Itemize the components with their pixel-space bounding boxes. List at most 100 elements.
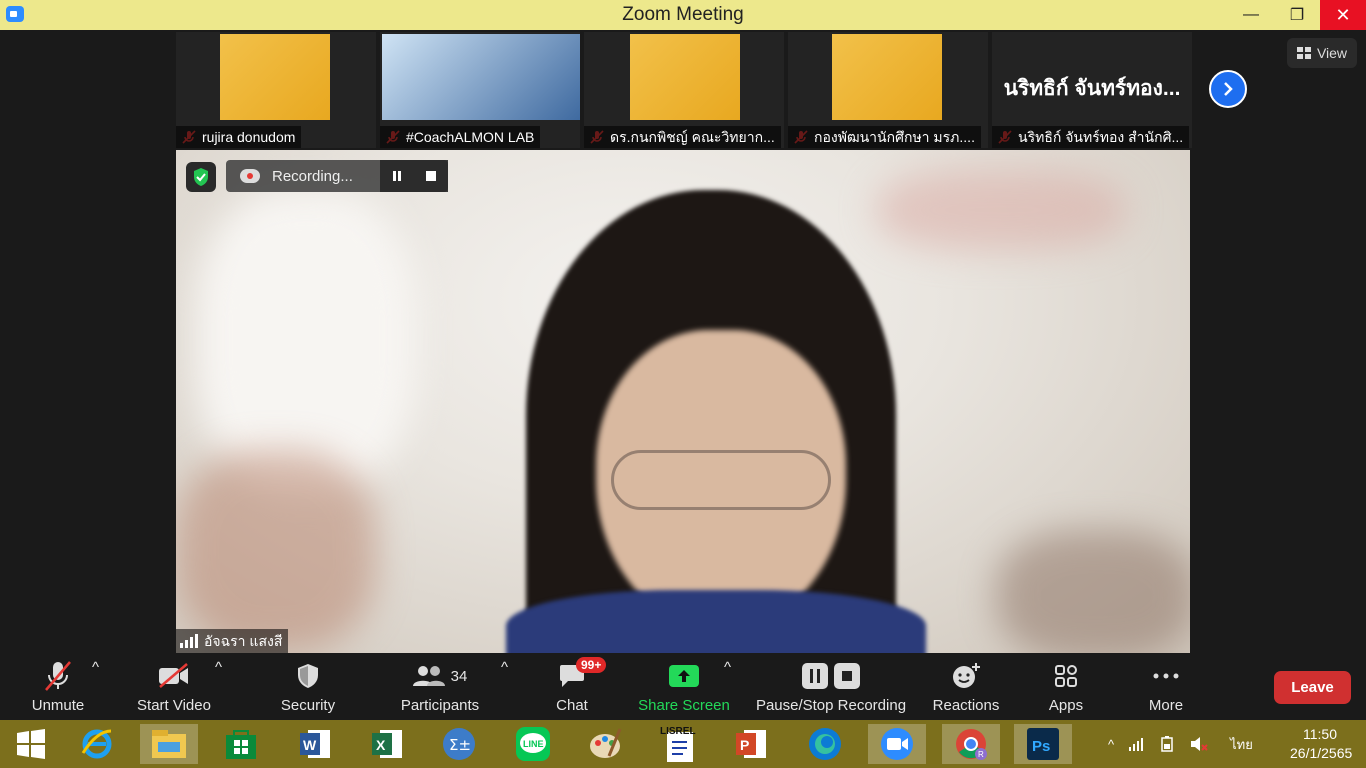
recording-indicator: Recording...	[226, 160, 448, 192]
taskbar-clock[interactable]: 11:50 26/1/2565	[1290, 725, 1352, 763]
recording-status: Recording...	[272, 167, 353, 185]
participant-tile[interactable]: นริทธิก์ จันทร์ทอง... นริทธิก์ จันทร์ทอง…	[992, 32, 1192, 148]
audio-options-caret-icon[interactable]: ^	[92, 659, 99, 719]
grid-icon	[1296, 47, 1311, 59]
clock-time: 11:50	[1303, 726, 1337, 742]
title-bar: Zoom Meeting — ❐ ✕	[0, 0, 1366, 30]
minimize-button[interactable]: —	[1228, 0, 1274, 30]
start-video-button[interactable]: Start Video	[134, 659, 214, 719]
participant-tile[interactable]: rujira donudom	[176, 32, 376, 148]
taskbar-store[interactable]	[212, 724, 270, 764]
unmute-button[interactable]: Unmute	[28, 659, 88, 719]
participant-video	[630, 34, 740, 120]
stop-icon	[426, 171, 436, 181]
participant-tile[interactable]: กองพัฒนานักศึกษา มรภ....	[788, 32, 988, 148]
view-button[interactable]: View	[1287, 38, 1357, 68]
taskbar-edge[interactable]	[796, 724, 854, 764]
taskbar-powerpoint[interactable]: P	[722, 724, 780, 764]
video-options-caret-icon[interactable]: ^	[215, 659, 222, 719]
share-screen-icon	[669, 665, 699, 687]
participant-tile[interactable]: #CoachALMON LAB	[380, 32, 580, 148]
svg-text:X: X	[376, 737, 386, 753]
taskbar-line[interactable]: LINE	[504, 724, 562, 764]
participant-name: rujira donudom	[176, 126, 302, 148]
video-background	[196, 190, 416, 490]
unmute-label: Unmute	[31, 697, 85, 714]
photoshop-icon: Ps	[1027, 728, 1059, 760]
video-background	[176, 450, 376, 650]
participant-name: #CoachALMON LAB	[380, 126, 541, 148]
taskbar-paint[interactable]	[576, 724, 634, 764]
lisrel-icon: LISREL	[660, 726, 696, 762]
muted-mic-icon	[45, 661, 71, 691]
cloud-recording-icon	[240, 169, 260, 183]
taskbar-chrome[interactable]: R	[942, 724, 1000, 764]
video-off-icon	[159, 663, 188, 688]
share-options-caret-icon[interactable]: ^	[724, 659, 731, 719]
volume-muted-icon[interactable]	[1190, 736, 1208, 752]
word-icon: W	[300, 730, 330, 758]
chat-label: Chat	[556, 697, 588, 714]
taskbar-zoom[interactable]	[868, 724, 926, 764]
participants-options-caret-icon[interactable]: ^	[501, 659, 508, 719]
zoom-icon	[881, 728, 913, 760]
zoom-app-icon	[6, 6, 24, 22]
more-label: More	[1148, 697, 1184, 714]
maximize-button[interactable]: ❐	[1274, 0, 1320, 30]
apps-label: Apps	[1048, 697, 1084, 714]
excel-icon: X	[372, 730, 402, 758]
participant-name: นริทธิก์ จันทร์ทอง สำนักศิ...	[992, 126, 1190, 148]
reactions-button[interactable]: Reactions	[930, 659, 1002, 719]
participant-video	[832, 34, 942, 120]
edge-icon	[809, 728, 841, 760]
apps-button[interactable]: Apps	[1044, 659, 1088, 719]
signal-strength-icon	[180, 634, 198, 648]
meeting-window: rujira donudom #CoachALMON LAB ดร.กนกพิช…	[0, 30, 1366, 720]
svg-text:Σ±: Σ±	[449, 736, 471, 754]
video-background	[876, 170, 1126, 250]
pause-recording-button[interactable]	[380, 160, 414, 192]
more-button[interactable]: More	[1144, 659, 1188, 719]
show-hidden-icons-icon[interactable]: ^	[1108, 737, 1114, 752]
battery-icon[interactable]	[1158, 736, 1176, 752]
taskbar-excel[interactable]: X	[358, 724, 416, 764]
taskbar-file-explorer[interactable]	[140, 724, 198, 764]
security-button[interactable]: Security	[278, 659, 338, 719]
share-screen-button[interactable]: Share Screen	[638, 659, 730, 719]
security-label: Security	[280, 697, 336, 714]
start-video-label: Start Video	[137, 697, 211, 714]
language-indicator[interactable]: ไทย	[1230, 734, 1253, 755]
more-dots-icon	[1153, 673, 1179, 679]
stop-recording-button[interactable]	[414, 160, 448, 192]
shield-check-icon	[194, 168, 208, 186]
taskbar-math-input[interactable]: Σ±	[430, 724, 488, 764]
pause-stop-recording-button[interactable]: Pause/Stop Recording	[754, 659, 908, 719]
chrome-icon: R	[956, 729, 987, 760]
participants-button[interactable]: 34 Participants	[398, 659, 482, 719]
chevron-right-icon	[1224, 82, 1233, 96]
view-label: View	[1316, 45, 1348, 61]
reactions-label: Reactions	[932, 697, 1000, 714]
participant-tile[interactable]: ดร.กนกพิชญ์ คณะวิทยาก...	[584, 32, 784, 148]
gallery-strip: rujira donudom #CoachALMON LAB ดร.กนกพิช…	[176, 32, 1192, 148]
taskbar-word[interactable]: W	[286, 724, 344, 764]
chat-button[interactable]: 99+ Chat	[548, 657, 607, 719]
network-signal-icon[interactable]	[1128, 737, 1144, 751]
taskbar-internet-explorer[interactable]	[68, 724, 126, 764]
svg-text:LINE: LINE	[523, 739, 544, 749]
next-page-button[interactable]	[1209, 70, 1247, 108]
leave-button[interactable]: Leave	[1274, 671, 1351, 704]
speaker-shirt	[506, 590, 926, 653]
reactions-icon	[953, 663, 980, 688]
start-icon	[17, 729, 45, 759]
lisrel-text: LISREL	[660, 726, 696, 737]
participant-video	[382, 34, 580, 120]
participant-video	[220, 34, 330, 120]
encryption-shield-icon[interactable]	[186, 162, 216, 192]
taskbar-photoshop[interactable]: Ps	[1014, 724, 1072, 764]
close-button[interactable]: ✕	[1320, 0, 1366, 30]
pause-icon	[393, 171, 401, 181]
taskbar-lisrel[interactable]: LISREL	[650, 724, 708, 764]
svg-text:R: R	[978, 750, 984, 759]
start-button[interactable]	[2, 724, 60, 764]
